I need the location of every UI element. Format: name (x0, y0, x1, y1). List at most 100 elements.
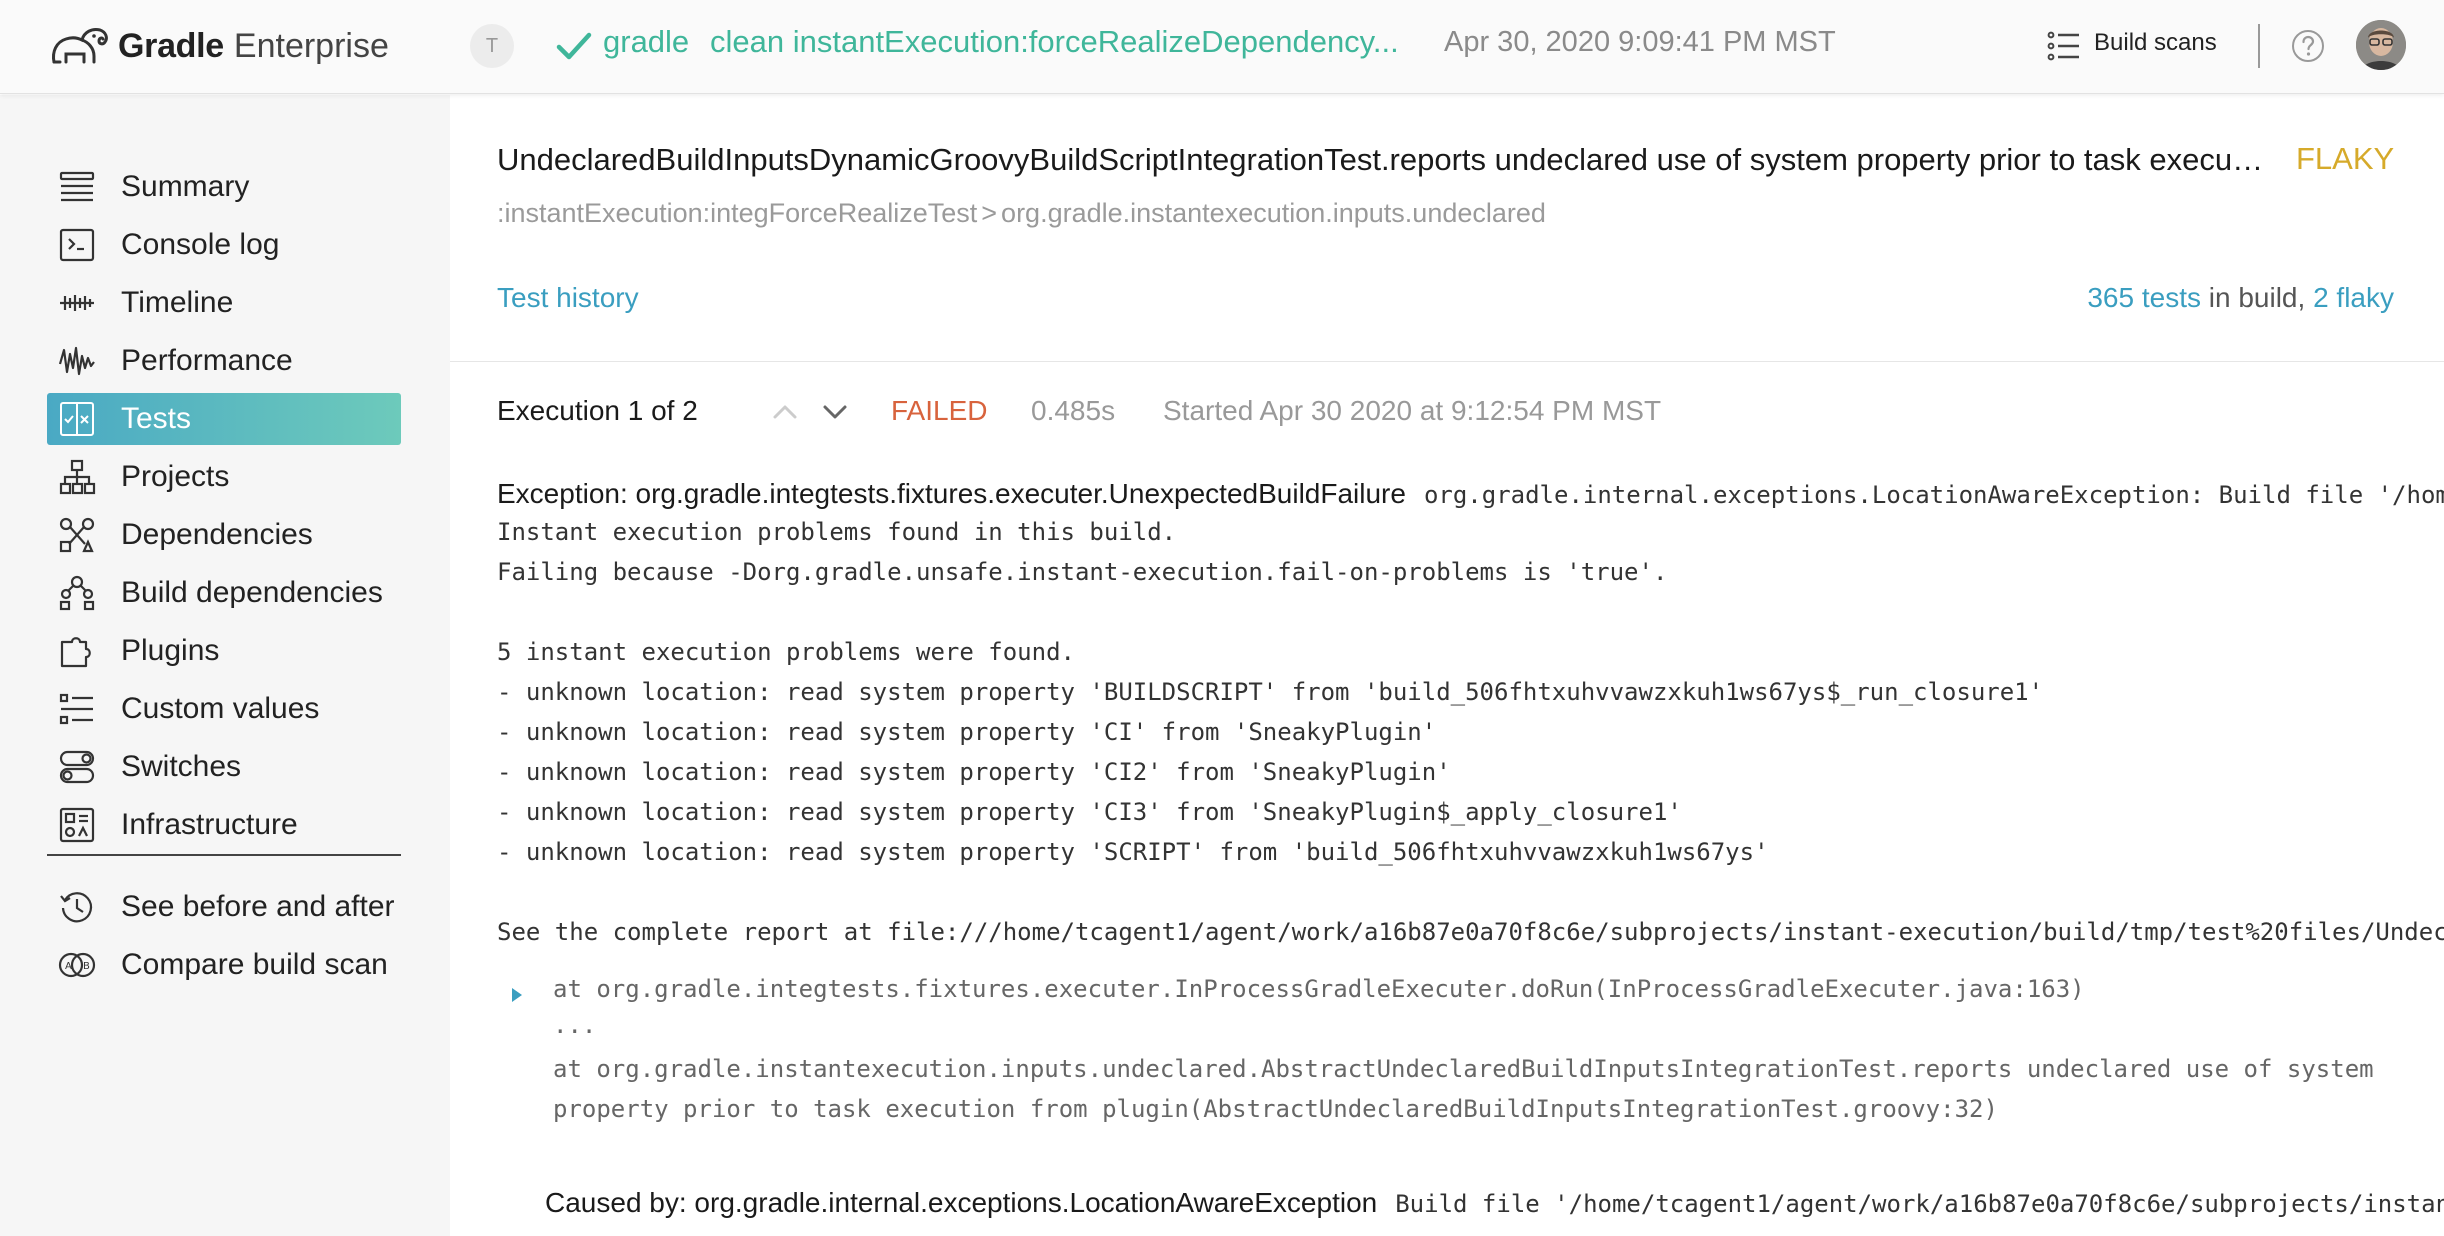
projects-icon (57, 457, 97, 497)
execution-label: Execution 1 of 2 (497, 395, 698, 426)
sidebar-item-label: Performance (121, 344, 293, 377)
exception-line: 5 instant execution problems were found. (497, 638, 1075, 666)
test-summary-counts: 365 tests in build, 2 flaky (2087, 282, 2394, 314)
caused-by-message: Build file '/home/tcagent1/agent/work/a1… (1395, 1190, 2444, 1218)
in-build-text: in build, (2200, 282, 2314, 313)
sidebar-item-label: See before and after (121, 890, 395, 923)
sidebar-item-label: Console log (121, 228, 280, 261)
plugins-icon (57, 631, 97, 671)
sidebar-item-label: Build dependencies (121, 576, 383, 609)
tests-icon (57, 399, 97, 439)
infrastructure-icon (57, 805, 97, 845)
sidebar-item-tests[interactable]: Tests (47, 393, 401, 445)
sidebar-item-plugins[interactable]: Plugins (47, 625, 401, 677)
chevron-up-icon[interactable] (768, 395, 802, 429)
sidebar-item-build-dependencies[interactable]: Build dependencies (47, 567, 401, 619)
exception-line: - unknown location: read system property… (497, 798, 1682, 826)
elephant-icon (52, 28, 108, 64)
exception-line: - unknown location: read system property… (497, 838, 1769, 866)
sidebar-item-label: Dependencies (121, 518, 313, 551)
sidebar-item-custom-values[interactable]: Custom values (47, 683, 401, 735)
breadcrumb-task[interactable]: :instantExecution:integForceRealizeTest (497, 198, 977, 228)
chevron-down-icon[interactable] (818, 395, 852, 429)
execution-status: FAILED (891, 395, 988, 426)
performance-icon (57, 341, 97, 381)
custom-values-icon (57, 689, 97, 729)
breadcrumb-separator: > (981, 198, 998, 228)
sidebar-item-label: Infrastructure (121, 808, 298, 841)
compare-icon: AB (57, 945, 97, 985)
console-icon (57, 225, 97, 265)
summary-icon (57, 167, 97, 207)
stack-frame: at org.gradle.instantexecution.inputs.un… (553, 1055, 2374, 1083)
gradle-enterprise-logo[interactable]: Gradle Enterprise (48, 20, 389, 72)
test-detail-panel: UndeclaredBuildInputsDynamicGroovyBuildS… (450, 95, 2444, 1236)
sidebar-item-label: Custom values (121, 692, 320, 725)
sidebar-item-compare-build-scan[interactable]: AB Compare build scan (47, 939, 401, 991)
product-name: Enterprise (233, 26, 389, 65)
exception-header: Exception: org.gradle.integtests.fixture… (497, 478, 2444, 510)
sidebar-item-label: Timeline (121, 286, 234, 319)
execution-duration: 0.485s (1031, 395, 1116, 426)
caused-by-type: Caused by: org.gradle.internal.exception… (545, 1187, 1378, 1218)
report-link-line[interactable]: See the complete report at file:///home/… (497, 918, 2444, 946)
sidebar-item-label: Tests (121, 402, 192, 435)
sidebar-item-timeline[interactable]: Timeline (47, 277, 401, 329)
expand-triangle-icon[interactable] (506, 984, 528, 1006)
history-icon (57, 887, 97, 927)
sidebar-item-label: Projects (121, 460, 230, 493)
user-initial-badge[interactable]: T (470, 24, 514, 68)
list-icon[interactable] (2046, 28, 2082, 64)
sidebar-item-label: Compare build scan (121, 948, 388, 981)
tests-count-link[interactable]: 365 tests (2087, 282, 2201, 313)
help-circle-icon[interactable] (2290, 28, 2326, 64)
flaky-count-link[interactable]: 2 flaky (2313, 282, 2394, 313)
caused-by-header: Caused by: org.gradle.internal.exception… (545, 1187, 2444, 1219)
timeline-icon (57, 283, 97, 323)
user-avatar[interactable] (2356, 20, 2406, 70)
test-history-link[interactable]: Test history (497, 282, 639, 314)
sidebar-item-see-before-and-after[interactable]: See before and after (47, 881, 401, 933)
stack-frame: at org.gradle.integtests.fixtures.execut… (553, 975, 2085, 1003)
flaky-badge: FLAKY (2296, 141, 2395, 176)
svg-text:A: A (65, 961, 72, 972)
dependencies-icon (57, 515, 97, 555)
exception-line: Instant execution problems found in this… (497, 518, 1177, 546)
test-title: UndeclaredBuildInputsDynamicGroovyBuildS… (497, 142, 2267, 177)
stack-frame: property prior to task execution from pl… (553, 1095, 1998, 1123)
sidebar-item-summary[interactable]: Summary (47, 161, 401, 213)
sidebar-divider (47, 854, 401, 856)
svg-text:B: B (83, 961, 90, 972)
exception-message: org.gradle.internal.exceptions.LocationA… (1423, 481, 2444, 509)
build-dependencies-icon (57, 573, 97, 613)
sidebar-item-label: Switches (121, 750, 242, 783)
sidebar-item-label: Plugins (121, 634, 220, 667)
sidebar-item-dependencies[interactable]: Dependencies (47, 509, 401, 561)
user-photo-icon (2356, 20, 2406, 70)
exception-line: Failing because -Dorg.gradle.unsafe.inst… (497, 558, 1668, 586)
check-icon (556, 32, 592, 60)
sidebar: Summary Console log Timeline Performance… (0, 95, 450, 1236)
exception-line: - unknown location: read system property… (497, 758, 1451, 786)
sidebar-item-label: Summary (121, 170, 250, 203)
switches-icon (57, 747, 97, 787)
build-scans-link[interactable]: Build scans (2094, 29, 2217, 57)
build-timestamp: Apr 30, 2020 9:09:41 PM MST (1444, 26, 1836, 58)
stack-ellipsis[interactable]: ... (553, 1011, 596, 1039)
sidebar-item-infrastructure[interactable]: Infrastructure (47, 799, 401, 851)
sidebar-item-console-log[interactable]: Console log (47, 219, 401, 271)
execution-started: Started Apr 30 2020 at 9:12:54 PM MST (1163, 395, 1662, 426)
section-divider (450, 361, 2444, 362)
header-divider (2258, 24, 2260, 68)
sidebar-item-projects[interactable]: Projects (47, 451, 401, 503)
exception-line: - unknown location: read system property… (497, 718, 1437, 746)
exception-type: Exception: org.gradle.integtests.fixture… (497, 478, 1406, 509)
breadcrumb-package[interactable]: org.gradle.instantexecution.inputs.undec… (1001, 198, 1546, 228)
build-project-link[interactable]: gradle (603, 24, 689, 60)
sidebar-item-performance[interactable]: Performance (47, 335, 401, 387)
breadcrumb: :instantExecution:integForceRealizeTest >… (497, 198, 1546, 229)
top-header: Gradle Enterprise T gradle clean instant… (0, 0, 2444, 94)
sidebar-item-switches[interactable]: Switches (47, 741, 401, 793)
build-tasks-link[interactable]: clean instantExecution:forceRealizeDepen… (710, 24, 1420, 60)
brand-name: Gradle (118, 26, 224, 65)
